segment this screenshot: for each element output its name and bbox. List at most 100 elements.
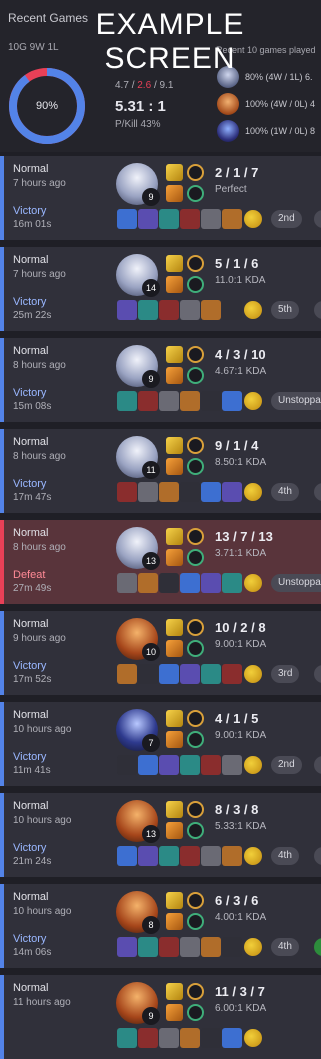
item-icon[interactable]	[117, 846, 137, 866]
item-icon[interactable]	[159, 573, 179, 593]
keystone-rune-icon[interactable]	[187, 619, 204, 636]
item-icon[interactable]	[180, 664, 200, 684]
item-icon[interactable]	[180, 391, 200, 411]
match-card[interactable]: Normal 10 hours ago Victory 14m 06s 8 6 / 3 /…	[0, 884, 321, 968]
keystone-rune-icon[interactable]	[187, 801, 204, 818]
item-icon[interactable]	[117, 391, 137, 411]
keystone-rune-icon[interactable]	[187, 164, 204, 181]
match-card[interactable]: Normal 9 hours ago Victory 17m 52s 10 10 / 2 …	[0, 611, 321, 695]
summoner-spell-icon[interactable]	[166, 731, 183, 748]
summoner-spell-icon[interactable]	[166, 549, 183, 566]
match-card[interactable]: Normal 7 hours ago Victory 25m 22s 14 5 / 1 /…	[0, 247, 321, 331]
keystone-rune-icon[interactable]	[187, 892, 204, 909]
match-card[interactable]: Normal 8 hours ago Defeat 27m 49s 13 13 / 7 /…	[0, 520, 321, 604]
item-icon[interactable]	[117, 209, 137, 229]
item-icon[interactable]	[222, 664, 242, 684]
ward-trinket-icon[interactable]	[244, 1029, 262, 1047]
item-icon[interactable]	[222, 937, 242, 957]
item-icon[interactable]	[201, 1028, 221, 1048]
secondary-rune-icon[interactable]	[187, 822, 204, 839]
item-icon[interactable]	[180, 846, 200, 866]
item-icon[interactable]	[138, 573, 158, 593]
item-icon[interactable]	[222, 1028, 242, 1048]
ward-trinket-icon[interactable]	[244, 392, 262, 410]
item-icon[interactable]	[159, 664, 179, 684]
item-icon[interactable]	[117, 937, 137, 957]
keystone-rune-icon[interactable]	[187, 437, 204, 454]
ward-trinket-icon[interactable]	[244, 847, 262, 865]
match-card[interactable]: Normal 8 hours ago Victory 17m 47s 11 9 / 1 /…	[0, 429, 321, 513]
summoner-spell-icon[interactable]	[166, 822, 183, 839]
item-icon[interactable]	[117, 755, 137, 775]
summoner-spell-icon[interactable]	[166, 458, 183, 475]
keystone-rune-icon[interactable]	[187, 983, 204, 1000]
summoner-spell-icon[interactable]	[166, 367, 183, 384]
keystone-rune-icon[interactable]	[187, 346, 204, 363]
item-icon[interactable]	[159, 1028, 179, 1048]
item-icon[interactable]	[138, 755, 158, 775]
item-icon[interactable]	[222, 755, 242, 775]
item-icon[interactable]	[138, 1028, 158, 1048]
summoner-spell-icon[interactable]	[166, 913, 183, 930]
item-icon[interactable]	[117, 1028, 137, 1048]
item-icon[interactable]	[117, 300, 137, 320]
summoner-spell-icon[interactable]	[166, 437, 183, 454]
summoner-spell-icon[interactable]	[166, 164, 183, 181]
item-icon[interactable]	[138, 391, 158, 411]
item-icon[interactable]	[201, 391, 221, 411]
summoner-spell-icon[interactable]	[166, 185, 183, 202]
item-icon[interactable]	[201, 755, 221, 775]
summoner-spell-icon[interactable]	[166, 710, 183, 727]
ward-trinket-icon[interactable]	[244, 665, 262, 683]
match-card[interactable]: Normal 10 hours ago Victory 11m 41s 7 4 / 1 /…	[0, 702, 321, 786]
item-icon[interactable]	[138, 300, 158, 320]
item-icon[interactable]	[138, 846, 158, 866]
item-icon[interactable]	[117, 573, 137, 593]
item-icon[interactable]	[138, 482, 158, 502]
item-icon[interactable]	[180, 937, 200, 957]
ward-trinket-icon[interactable]	[244, 938, 262, 956]
item-icon[interactable]	[159, 209, 179, 229]
item-icon[interactable]	[117, 664, 137, 684]
match-card[interactable]: Normal 11 hours ago 9 11 / 3 / 7 6.00:1 KDA	[0, 975, 321, 1059]
item-icon[interactable]	[180, 482, 200, 502]
keystone-rune-icon[interactable]	[187, 710, 204, 727]
secondary-rune-icon[interactable]	[187, 1004, 204, 1021]
item-icon[interactable]	[180, 300, 200, 320]
item-icon[interactable]	[201, 846, 221, 866]
item-icon[interactable]	[180, 573, 200, 593]
item-icon[interactable]	[222, 391, 242, 411]
ward-trinket-icon[interactable]	[244, 574, 262, 592]
item-icon[interactable]	[159, 482, 179, 502]
item-icon[interactable]	[222, 846, 242, 866]
item-icon[interactable]	[138, 937, 158, 957]
match-card[interactable]: Normal 10 hours ago Victory 21m 24s 13 8 / 3 …	[0, 793, 321, 877]
item-icon[interactable]	[180, 755, 200, 775]
summoner-spell-icon[interactable]	[166, 801, 183, 818]
ward-trinket-icon[interactable]	[244, 483, 262, 501]
summoner-spell-icon[interactable]	[166, 983, 183, 1000]
ward-trinket-icon[interactable]	[244, 301, 262, 319]
item-icon[interactable]	[222, 209, 242, 229]
item-icon[interactable]	[180, 1028, 200, 1048]
item-icon[interactable]	[201, 209, 221, 229]
secondary-rune-icon[interactable]	[187, 549, 204, 566]
ward-trinket-icon[interactable]	[244, 756, 262, 774]
item-icon[interactable]	[159, 391, 179, 411]
match-card[interactable]: Normal 7 hours ago Victory 16m 01s 9 2 / 1 / …	[0, 156, 321, 240]
item-icon[interactable]	[159, 300, 179, 320]
item-icon[interactable]	[201, 482, 221, 502]
item-icon[interactable]	[201, 937, 221, 957]
summoner-spell-icon[interactable]	[166, 640, 183, 657]
secondary-rune-icon[interactable]	[187, 276, 204, 293]
summoner-spell-icon[interactable]	[166, 346, 183, 363]
secondary-rune-icon[interactable]	[187, 458, 204, 475]
item-icon[interactable]	[159, 937, 179, 957]
summoner-spell-icon[interactable]	[166, 528, 183, 545]
item-icon[interactable]	[138, 664, 158, 684]
item-icon[interactable]	[222, 300, 242, 320]
item-icon[interactable]	[117, 482, 137, 502]
secondary-rune-icon[interactable]	[187, 731, 204, 748]
ward-trinket-icon[interactable]	[244, 210, 262, 228]
item-icon[interactable]	[159, 755, 179, 775]
